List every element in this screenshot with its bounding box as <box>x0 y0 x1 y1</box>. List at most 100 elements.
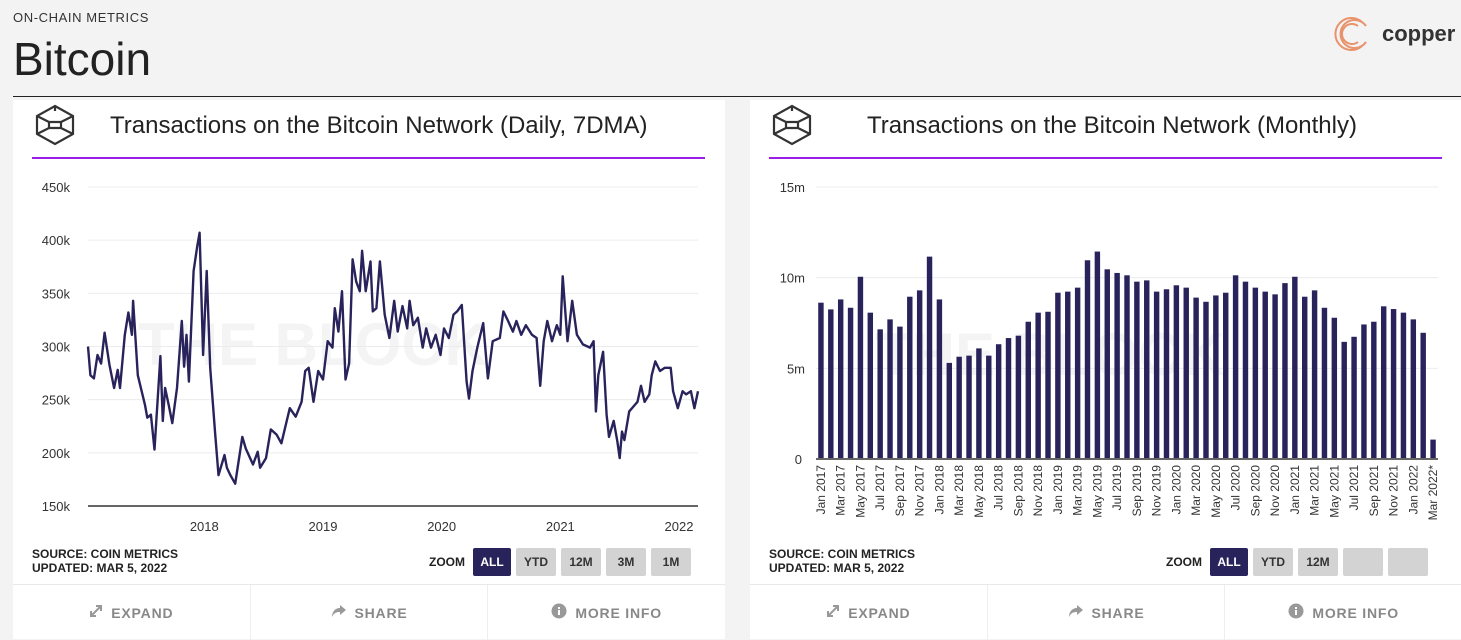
bar <box>946 362 953 459</box>
chart-title: Transactions on the Bitcoin Network (Mon… <box>867 112 1357 139</box>
action-label: MORE INFO <box>1312 604 1399 621</box>
y-tick-label: 200k <box>42 446 71 461</box>
chart-title: Transactions on the Bitcoin Network (Dai… <box>110 112 648 139</box>
y-tick-label: 250k <box>42 393 71 408</box>
action-label: EXPAND <box>848 604 911 621</box>
bar <box>1144 280 1150 459</box>
x-tick-label: May 2017 <box>853 465 867 518</box>
panel-actions: EXPAND SHARE MORE INFO <box>750 584 1461 640</box>
x-tick-label: Nov 2020 <box>1268 465 1282 517</box>
bar <box>1361 324 1367 459</box>
zoom-ytd-button[interactable]: YTD <box>1253 548 1293 576</box>
daily-line-chart: THE BLOCK150k200k250k300k350k400k450k201… <box>42 180 700 534</box>
x-tick-label: Mar 2017 <box>834 465 848 516</box>
bar <box>936 299 943 459</box>
updated-text: UPDATED: MAR 5, 2022 <box>769 561 905 575</box>
x-tick-label: Nov 2018 <box>1031 465 1045 517</box>
x-tick-label: 2021 <box>546 519 575 534</box>
bar <box>995 344 1002 459</box>
copper-logo-icon <box>1334 17 1367 51</box>
page-title: Bitcoin <box>13 33 152 85</box>
zoom-all-button[interactable]: ALL <box>473 548 511 576</box>
zoom-blank-3-button[interactable] <box>1343 548 1383 576</box>
zoom-12m-button[interactable]: 12M <box>1298 548 1338 576</box>
info-icon <box>1288 603 1304 622</box>
bar <box>1351 336 1357 459</box>
x-tick-label: Mar 2021 <box>1308 465 1322 516</box>
x-tick-label: Jul 2019 <box>1110 465 1124 511</box>
expand-button[interactable]: EXPAND <box>750 585 988 640</box>
bar <box>837 299 844 459</box>
bar <box>966 355 972 459</box>
x-tick-label: 2022 <box>665 519 694 534</box>
bar <box>1025 321 1031 459</box>
zoom-blank-4-button[interactable] <box>1388 548 1428 576</box>
header-divider <box>13 96 1461 97</box>
x-tick-label: Jul 2021 <box>1347 465 1361 511</box>
the-block-cube-icon <box>772 104 812 146</box>
zoom-all-button[interactable]: ALL <box>1210 548 1248 576</box>
action-label: SHARE <box>1091 604 1145 621</box>
x-tick-label: Nov 2017 <box>913 465 927 517</box>
x-tick-label: Mar 2022* <box>1426 465 1440 521</box>
x-tick-label: Jul 2017 <box>873 465 887 511</box>
bar <box>1262 291 1268 459</box>
x-tick-label: Sep 2021 <box>1367 465 1381 517</box>
bar <box>1163 289 1170 459</box>
zoom-controls: ZOOM ALL YTD 12M 3M 1M <box>429 548 691 576</box>
title-underline <box>32 157 705 159</box>
bar <box>907 296 913 459</box>
bar <box>1301 296 1308 459</box>
bar <box>1183 287 1189 459</box>
more-info-button[interactable]: MORE INFO <box>488 585 725 640</box>
expand-button[interactable]: EXPAND <box>13 585 251 640</box>
zoom-3m-button[interactable]: 3M <box>606 548 646 576</box>
share-button[interactable]: SHARE <box>251 585 489 640</box>
zoom-12m-button[interactable]: 12M <box>561 548 601 576</box>
x-tick-label: Mar 2019 <box>1071 465 1085 516</box>
bar <box>1252 287 1259 459</box>
bar <box>1213 295 1219 459</box>
bar <box>1390 309 1397 459</box>
zoom-ytd-button[interactable]: YTD <box>516 548 556 576</box>
x-tick-label: Jul 2018 <box>992 465 1006 511</box>
share-icon <box>331 604 347 621</box>
bar <box>1015 335 1022 459</box>
y-tick-label: 10m <box>780 271 805 286</box>
x-tick-label: Jan 2018 <box>932 465 946 515</box>
x-tick-label: May 2018 <box>972 465 986 518</box>
monthly-transactions-panel: Transactions on the Bitcoin Network (Mon… <box>750 100 1461 640</box>
title-underline <box>769 157 1442 159</box>
action-label: MORE INFO <box>575 604 662 621</box>
zoom-label: ZOOM <box>429 555 465 569</box>
bar <box>828 309 834 459</box>
daily-transactions-panel: Transactions on the Bitcoin Network (Dai… <box>13 100 725 640</box>
bar <box>1410 319 1417 459</box>
bar <box>1193 297 1199 459</box>
zoom-1m-button[interactable]: 1M <box>651 548 691 576</box>
bar <box>956 356 962 459</box>
bar <box>926 256 933 459</box>
share-button[interactable]: SHARE <box>988 585 1226 640</box>
bar <box>1232 275 1239 459</box>
source-info: SOURCE: COIN METRICS UPDATED: MAR 5, 2022 <box>769 547 915 575</box>
x-tick-label: 2020 <box>427 519 456 534</box>
y-tick-label: 350k <box>42 286 71 301</box>
x-tick-label: Jan 2019 <box>1051 465 1065 515</box>
zoom-label: ZOOM <box>1166 555 1202 569</box>
bar <box>1114 272 1120 459</box>
x-tick-label: May 2021 <box>1327 465 1341 518</box>
zoom-controls: ZOOM ALL YTD 12M <box>1166 548 1428 576</box>
panel-header: Transactions on the Bitcoin Network (Mon… <box>750 100 1461 160</box>
bar <box>1134 281 1140 459</box>
bar <box>1104 269 1110 459</box>
bar <box>1203 301 1209 459</box>
x-tick-label: Jan 2017 <box>814 465 828 515</box>
copper-logo[interactable]: copper <box>1326 14 1455 54</box>
more-info-button[interactable]: MORE INFO <box>1225 585 1461 640</box>
x-tick-label: Mar 2020 <box>1189 465 1203 516</box>
expand-icon <box>826 604 840 621</box>
monthly-bar-chart: THE BLOCK05m10m15mJan 2017 Mar 2017 May 20… <box>780 180 1440 521</box>
bar <box>1430 439 1436 459</box>
bar <box>1380 306 1387 459</box>
